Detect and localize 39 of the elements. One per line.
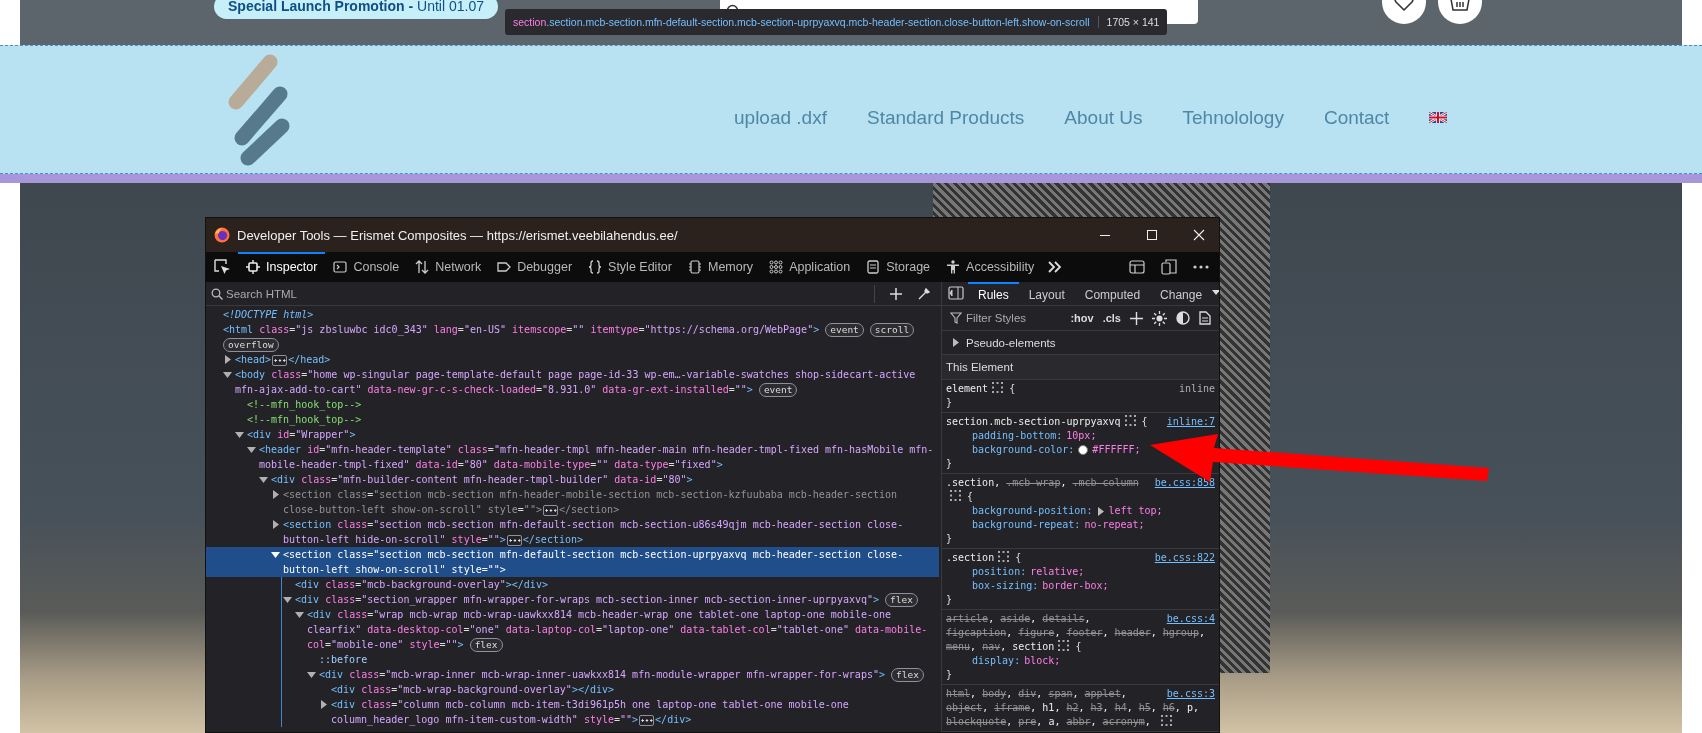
brace: } — [946, 668, 954, 682]
css-property: background-color: — [972, 443, 1075, 457]
brace: } — [946, 532, 954, 546]
css-rule-header: .section, .mcb-wrap, .mcb-column { be.css:858 — [946, 476, 1215, 504]
element-tag: <div class="mcb-wrap-inner mcb-wrap-inner-uawkxx814 mfn-module-wrapper mfn-wrapper-for-wraps"> flex — [319, 667, 939, 682]
css-property: background-position: — [972, 504, 1093, 518]
doctype-text: <!DOCTYPE html> — [223, 308, 315, 322]
css-value: 10px; — [1066, 429, 1097, 443]
css-rule-header: section.mcb-section-uprpyaxvq { inline:7 — [946, 415, 1215, 429]
brace: } — [946, 457, 954, 471]
element-tag: <body class="home wp-singular page-template-default page page-id-33 wp-em…-variable-swatches shop-sidecart-active mfn-ajax-add-to-cart" data-new-gr-c-s-check-loaded="8.931.0" data-gr-ext-installed=""> event — [235, 367, 939, 397]
pseudo-element-text: ::before — [319, 653, 369, 667]
css-rule-header: .section { be.css:822 — [946, 551, 1215, 565]
css-value: block; — [1024, 654, 1061, 668]
css-value: no-repeat; — [1084, 518, 1145, 532]
element-tag: <div class="column mcb-column mcb-item-t3di961p5h one laptop-one tablet-one mobile-one column_header_logo mfn-item-custom-width" style=""> </div> — [331, 697, 939, 727]
element-tag: <div class="wrap mcb-wrap mcb-wrap-uawkxx814 mcb-header-wrap one tablet-one laptop-one mobile-one clearfix" data-desktop-col="one" data-laptop-col="laptop-one" data-tablet-col="tablet-one" data-mobile-col="mobile-one" style=""> flex — [307, 607, 939, 652]
brace: } — [946, 396, 954, 410]
css-value: border-box; — [1042, 579, 1109, 593]
css-property: box-sizing: — [972, 579, 1039, 593]
css-rule-header: article, aside, details, figcaption, figure, footer, header, hgroup, menu, nav, section { be.css:4 — [946, 612, 1215, 654]
window-title: Developer Tools — Erismet Composites — https://erismet.veebilahendus.ee/ — [237, 227, 678, 243]
css-property: display: — [972, 654, 1021, 668]
comment-text: <!--mfn_hook_top--> — [247, 413, 363, 427]
css-value: #FFFFFF; — [1092, 443, 1141, 457]
css-value: relative; — [1030, 565, 1085, 579]
brace: } — [946, 593, 954, 607]
css-property: position: — [972, 565, 1027, 579]
source-label: inline — [1178, 382, 1215, 396]
element-tag: <div class="mcb-wrap-background-overlay"></div> — [331, 682, 939, 697]
css-property: padding-bottom: — [972, 429, 1063, 443]
css-property: background-repeat: — [972, 518, 1081, 532]
element-size: 1705 × 141 — [1097, 16, 1160, 28]
element-selector: section.section.mcb-section.mfn-default-section.mcb-section-uprpyaxvq.mcb-header-section.close-button-left.show-on-scroll — [513, 16, 1090, 28]
comment-text: <!--mfn_hook_top--> — [247, 398, 363, 412]
css-rule-header: html, body, div, span, applet, object, iframe, h1, h2, h3, h4, h5, h6, p, blockquote, pre, a, abbr, acronym, be.css:3 — [946, 687, 1215, 729]
section-header: This Element — [942, 355, 1219, 380]
css-value: left top; — [1108, 504, 1163, 518]
css-rule-header: element { inline — [946, 382, 1215, 396]
